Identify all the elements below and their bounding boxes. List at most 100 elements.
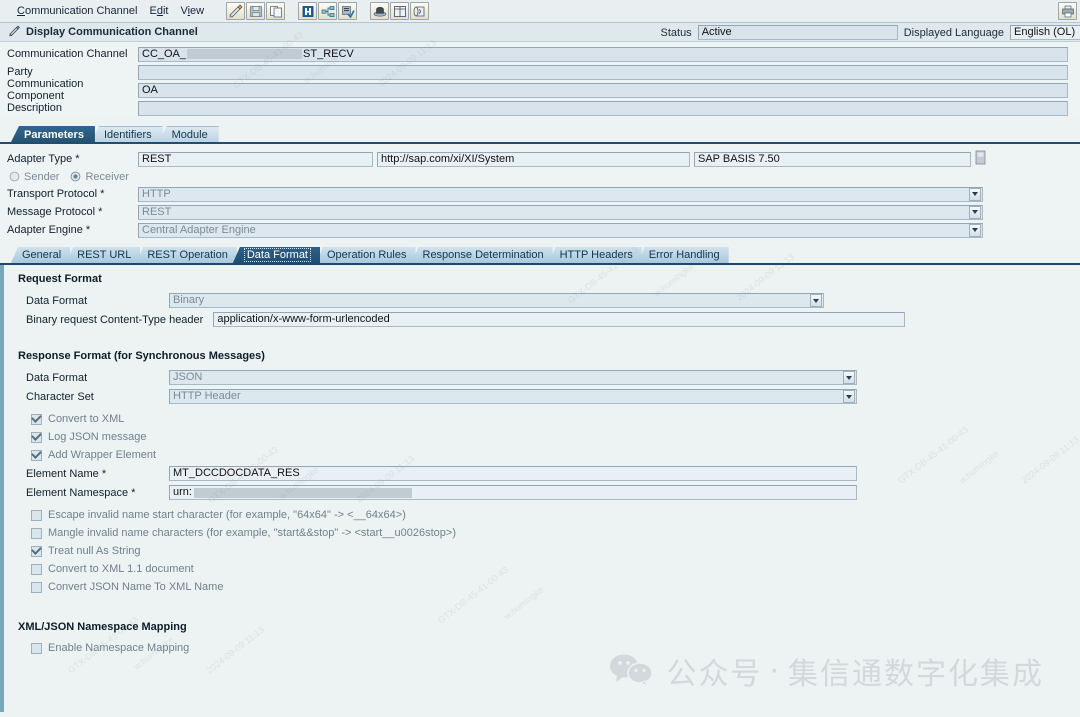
convert-xml-11-checkbox[interactable]	[31, 563, 42, 575]
description-field	[138, 100, 1068, 116]
adapter-type-label: Adapter Type *	[7, 153, 80, 165]
log-json-message-label: Log JSON message	[48, 431, 147, 443]
transport-protocol-label: Transport Protocol *	[7, 188, 105, 200]
tab-rest-operation[interactable]: REST Operation	[136, 247, 237, 263]
checkbox-row-treat-null-as-string: Treat null As String	[4, 542, 1080, 560]
value-help-icon[interactable]	[975, 150, 986, 168]
chevron-down-icon-request-format[interactable]	[810, 294, 822, 307]
chevron-down-icon-response-format[interactable]	[843, 371, 855, 384]
adapter-engine-row: Adapter Engine * Central Adapter Engine	[0, 221, 1080, 239]
tab-parameters-label: Parameters	[24, 128, 84, 141]
page-title: Display Communication Channel	[26, 26, 198, 38]
chevron-down-icon-charset[interactable]	[843, 390, 855, 403]
data-format-panel: Request Format Data Format Binary Binary…	[0, 265, 1080, 712]
description-label: Description	[7, 102, 63, 114]
display-object-icon[interactable]	[298, 2, 318, 20]
request-data-format-field[interactable]: Binary	[169, 293, 824, 308]
checkbox-row-escape-invalid-name: Escape invalid name start character (for…	[4, 506, 1080, 524]
convert-xml-11-label: Convert to XML 1.1 document	[48, 563, 194, 575]
menu-label-communication-channel: ommunication Channel	[24, 5, 138, 17]
checkbox-row-convert-xml-11: Convert to XML 1.1 document	[4, 560, 1080, 578]
adapter-type-field: REST	[138, 151, 373, 167]
party-label: Party	[7, 66, 33, 78]
message-protocol-label: Message Protocol *	[7, 206, 103, 218]
tab-error-handling[interactable]: Error Handling	[637, 247, 729, 263]
communication-component-label: Communication Component	[7, 78, 84, 102]
adapter-type-row: Adapter Type * REST http://sap.com/xi/XI…	[0, 150, 1080, 168]
transport-protocol-value: HTTP	[142, 187, 171, 200]
tab-rest-url[interactable]: REST URL	[66, 247, 141, 263]
tab-operation-rules[interactable]: Operation Rules	[316, 247, 416, 263]
binary-content-type-field[interactable]: application/x-www-form-urlencoded	[213, 312, 906, 327]
displayed-language-label: Displayed Language	[903, 26, 1004, 39]
copy-pages-icon[interactable]	[266, 2, 286, 20]
transport-protocol-row: Transport Protocol * HTTP	[0, 185, 1080, 203]
mangle-invalid-name-checkbox[interactable]	[31, 527, 42, 539]
enable-namespace-mapping-label: Enable Namespace Mapping	[48, 642, 190, 654]
character-set-value: HTTP Header	[173, 390, 241, 402]
tab-identifiers[interactable]: Identifiers	[90, 126, 163, 142]
character-set-field[interactable]: HTTP Header	[169, 389, 857, 404]
request-format-title: Request Format	[18, 273, 102, 285]
convert-json-name-checkbox[interactable]	[31, 581, 42, 593]
tab-data-format[interactable]: Data Format	[232, 247, 320, 263]
edit-pencil-icon[interactable]	[226, 2, 246, 20]
adapter-engine-field[interactable]: Central Adapter Engine	[138, 222, 983, 238]
chevron-down-icon-transport[interactable]	[969, 187, 981, 201]
adapter-section: Adapter Type * REST http://sap.com/xi/XI…	[0, 144, 1080, 239]
tab-module-label: Module	[171, 128, 208, 141]
element-namespace-field[interactable]: urn:	[169, 485, 857, 500]
escape-invalid-name-label: Escape invalid name start character (for…	[48, 509, 406, 521]
request-data-format-row: Data Format Binary	[4, 291, 1080, 310]
element-name-label: Element Name *	[26, 467, 107, 480]
communication-channel-value-prefix: CC_OA_	[142, 47, 187, 60]
tab-http-headers[interactable]: HTTP Headers	[548, 247, 642, 263]
response-data-format-field[interactable]: JSON	[169, 370, 857, 385]
convert-to-xml-checkbox[interactable]	[31, 413, 42, 425]
communication-channel-field: CC_OA_ ST_RECV	[138, 46, 1068, 62]
tab-general[interactable]: General	[11, 247, 71, 263]
header-form: Communication Channel CC_OA_ ST_RECV Par…	[0, 42, 1080, 117]
where-used-icon[interactable]	[318, 2, 338, 20]
response-format-title: Response Format (for Synchronous Message…	[18, 350, 265, 362]
activate-icon[interactable]	[370, 2, 390, 20]
save-disk-icon[interactable]	[246, 2, 266, 20]
message-protocol-field[interactable]: REST	[138, 204, 983, 220]
screen-title-bar: Display Communication Channel Status Act…	[0, 23, 1080, 42]
transport-protocol-field[interactable]: HTTP	[138, 186, 983, 202]
status-label: Status	[660, 26, 692, 39]
element-namespace-row: Element Namespace * urn:	[4, 483, 1080, 502]
character-set-row: Character Set HTTP Header	[4, 387, 1080, 406]
menu-item-communication-channel[interactable]: Communication Channel	[14, 3, 146, 19]
outer-tabstrip-wrap: Parameters Identifiers Module	[0, 124, 1080, 144]
check-object-icon[interactable]	[338, 2, 358, 20]
enable-namespace-mapping-checkbox[interactable]	[31, 642, 42, 654]
treat-null-as-string-checkbox[interactable]	[31, 545, 42, 557]
tab-parameters[interactable]: Parameters	[11, 126, 95, 142]
menu-bar: Communication Channel Edit View	[0, 0, 1080, 23]
checkbox-row-add-wrapper-element: Add Wrapper Element	[4, 446, 1080, 464]
displayed-language-field[interactable]: English (OL)	[1010, 25, 1080, 40]
receiver-radio[interactable]	[70, 171, 81, 182]
message-protocol-value: REST	[142, 205, 172, 218]
menu-item-edit[interactable]: Edit	[146, 3, 177, 19]
log-json-message-checkbox[interactable]	[31, 431, 42, 443]
communication-channel-label: Communication Channel	[7, 48, 128, 60]
checkbox-row-mangle-invalid-name: Mangle invalid name characters (for exam…	[4, 524, 1080, 542]
chevron-down-icon-engine[interactable]	[969, 223, 981, 237]
tab-module[interactable]: Module	[158, 126, 219, 142]
checkbox-row-convert-json-name: Convert JSON Name To XML Name	[4, 578, 1080, 596]
chevron-down-icon-message[interactable]	[969, 205, 981, 219]
print-icon[interactable]	[1058, 2, 1077, 20]
history-icon[interactable]	[410, 2, 430, 20]
adapter-swcv-field: SAP BASIS 7.50	[694, 151, 971, 167]
tab-response-determination[interactable]: Response Determination	[411, 247, 553, 263]
menu-item-view[interactable]: View	[177, 3, 213, 19]
add-wrapper-element-label: Add Wrapper Element	[48, 449, 157, 461]
element-name-field[interactable]: MT_DCCDOCDATA_RES	[169, 466, 857, 481]
sender-radio[interactable]	[9, 171, 20, 182]
field-row-party: Party	[0, 63, 1080, 81]
add-wrapper-element-checkbox[interactable]	[31, 449, 42, 461]
grid-layout-icon[interactable]	[390, 2, 410, 20]
escape-invalid-name-checkbox[interactable]	[31, 509, 42, 521]
